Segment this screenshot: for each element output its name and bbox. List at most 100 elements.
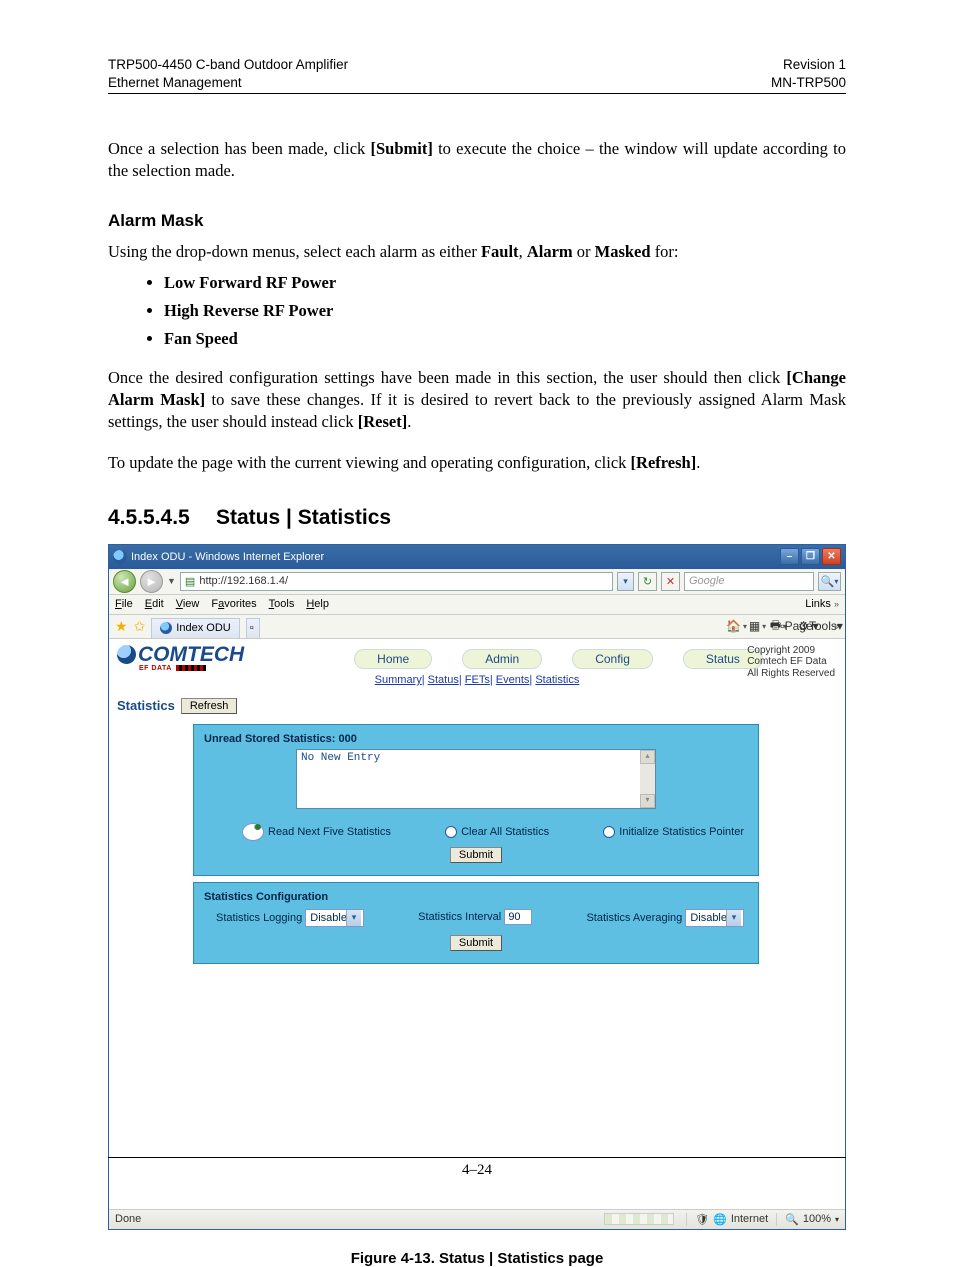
bullet-fan-speed: Fan Speed <box>164 329 846 349</box>
search-box[interactable]: Google <box>684 572 814 591</box>
radio-icon <box>603 826 615 838</box>
radio-read-next[interactable]: Read Next Five Statistics <box>242 823 391 841</box>
radio-init-pointer[interactable]: Initialize Statistics Pointer <box>603 823 744 841</box>
radio-icon <box>445 826 457 838</box>
copyright: Copyright 2009 Comtech EF Data All Right… <box>747 645 835 680</box>
stop-icon[interactable]: ✕ <box>661 572 680 591</box>
para-submit: Once a selection has been made, click [S… <box>108 138 846 183</box>
close-button[interactable]: ✕ <box>822 548 841 565</box>
shield-icon: 🛡 <box>695 1213 709 1226</box>
new-tab-button[interactable]: ▫ <box>246 618 260 638</box>
globe-icon <box>117 645 136 664</box>
add-favorite-icon[interactable]: ✩ <box>134 618 146 635</box>
unread-statistics-panel: Unread Stored Statistics: 000 No New Ent… <box>193 724 759 876</box>
url-text: http://192.168.1.4/ <box>199 575 288 587</box>
ie-content: COMTECH EF DATA Home Admin Config Status… <box>109 639 845 1069</box>
page-header: TRP500-4450 C-band Outdoor Amplifier Eth… <box>108 56 846 91</box>
page-footer: 4–24 <box>108 1157 846 1179</box>
zoom-icon: 🔍 <box>785 1213 799 1226</box>
brand-logo: COMTECH <box>117 643 244 667</box>
chevron-icon[interactable]: » <box>834 599 839 609</box>
header-rule <box>108 93 846 94</box>
para-change-mask: Once the desired configuration settings … <box>108 367 846 434</box>
refresh-icon[interactable]: ↻ <box>638 572 657 591</box>
page-icon: ▤ <box>185 575 195 588</box>
address-dropdown[interactable]: ▾ <box>617 572 634 591</box>
interval-input[interactable]: 90 <box>504 909 532 925</box>
ie-statusbar: Done 🛡🌐Internet 🔍100% ▾ <box>109 1209 845 1229</box>
subnav-summary[interactable]: Summary <box>375 674 422 686</box>
refresh-button[interactable]: Refresh <box>181 698 238 714</box>
radio-clear-all[interactable]: Clear All Statistics <box>445 823 549 841</box>
back-button[interactable]: ◄ <box>113 570 136 593</box>
ie-titlebar: Index ODU - Windows Internet Explorer – … <box>109 545 845 569</box>
menu-file[interactable]: File <box>115 598 133 610</box>
history-dropdown-icon[interactable]: ▼ <box>167 576 176 586</box>
menu-edit[interactable]: Edit <box>145 598 164 610</box>
sub-nav: Summary| Status| FETs| Events| Statistic… <box>109 674 845 686</box>
tab-favicon <box>160 622 172 634</box>
statistics-textbox[interactable]: No New Entry ▴▾ <box>296 749 656 809</box>
subnav-fets[interactable]: FETs <box>465 674 490 686</box>
cfg-logging: Statistics Logging Disable <box>216 909 364 927</box>
chevron-icon[interactable]: » <box>834 621 839 631</box>
hdr-left2: Ethernet Management <box>108 74 348 92</box>
ie-window: Index ODU - Windows Internet Explorer – … <box>108 544 846 1230</box>
main-nav: Home Admin Config Status <box>354 649 763 669</box>
ie-menubar: File Edit View Favorites Tools Help Link… <box>109 595 845 615</box>
forward-button[interactable]: ► <box>140 570 163 593</box>
submit-button[interactable]: Submit <box>450 935 502 951</box>
menu-favorites[interactable]: Favorites <box>211 598 256 610</box>
ie-icon <box>113 550 127 564</box>
menu-tools[interactable]: Tools <box>269 598 295 610</box>
feeds-icon[interactable]: ▦ <box>750 619 765 634</box>
tab-label: Index ODU <box>176 622 230 634</box>
ie-nav-bar: ◄ ► ▼ ▤ http://192.168.1.4/ ▾ ↻ ✕ Google… <box>109 569 845 595</box>
averaging-select[interactable]: Disable <box>685 909 744 927</box>
bullet-high-rev: High Reverse RF Power <box>164 301 846 321</box>
hdr-right1: Revision 1 <box>771 56 846 74</box>
heading-alarm-mask: Alarm Mask <box>108 211 846 231</box>
nav-admin[interactable]: Admin <box>462 649 542 669</box>
section-number: 4.5.5.4.5 <box>108 506 216 530</box>
bullet-low-fwd: Low Forward RF Power <box>164 273 846 293</box>
ie-favbar: ★ ✩ Index ODU ▫ 🏠 ▦ 🖶 ▫ Page ▾ ⚙ Tools ▾… <box>109 615 845 639</box>
submit-button[interactable]: Submit <box>450 847 502 863</box>
section-title: Status | Statistics <box>216 506 391 529</box>
scroll-down-icon[interactable]: ▾ <box>640 794 655 808</box>
figure-caption: Figure 4-13. Status | Statistics page <box>108 1250 846 1267</box>
menu-view[interactable]: View <box>176 598 200 610</box>
subnav-status[interactable]: Status <box>428 674 459 686</box>
radio-icon <box>242 823 264 841</box>
scroll-up-icon[interactable]: ▴ <box>640 750 655 764</box>
internet-icon: 🌐 <box>713 1213 727 1226</box>
browser-tab[interactable]: Index ODU <box>151 618 239 638</box>
search-button[interactable]: 🔍▾ <box>818 572 841 591</box>
favorites-icon[interactable]: ★ <box>115 618 128 635</box>
status-done: Done <box>115 1213 141 1225</box>
no-entry-text: No New Entry <box>301 752 380 764</box>
nav-config[interactable]: Config <box>572 649 653 669</box>
statistics-heading: Statistics Refresh <box>109 686 845 714</box>
home-icon[interactable]: 🏠 <box>729 619 744 634</box>
para-refresh: To update the page with the current view… <box>108 452 846 474</box>
address-bar[interactable]: ▤ http://192.168.1.4/ <box>180 572 613 591</box>
page-number: 4–24 <box>108 1162 846 1179</box>
subnav-statistics[interactable]: Statistics <box>535 674 579 686</box>
tools-menu[interactable]: ⚙ Tools ▾ <box>813 619 828 634</box>
nav-home[interactable]: Home <box>354 649 432 669</box>
links-label[interactable]: Links <box>805 598 831 610</box>
zoom-control[interactable]: 🔍100% ▾ <box>776 1213 839 1226</box>
minimize-button[interactable]: – <box>780 548 799 565</box>
scrollbar[interactable]: ▴▾ <box>640 750 655 808</box>
menu-help[interactable]: Help <box>306 598 329 610</box>
security-zone[interactable]: 🛡🌐Internet <box>686 1213 768 1226</box>
subnav-events[interactable]: Events <box>496 674 530 686</box>
para-alarm-intro: Using the drop-down menus, select each a… <box>108 241 846 263</box>
maximize-button[interactable]: ❐ <box>801 548 820 565</box>
alarm-bullets: Low Forward RF Power High Reverse RF Pow… <box>164 273 846 349</box>
section-heading: 4.5.5.4.5Status | Statistics <box>108 506 846 530</box>
logging-select[interactable]: Disable <box>305 909 364 927</box>
unread-header: Unread Stored Statistics: 000 <box>204 733 748 745</box>
content-whitespace <box>109 1069 845 1209</box>
